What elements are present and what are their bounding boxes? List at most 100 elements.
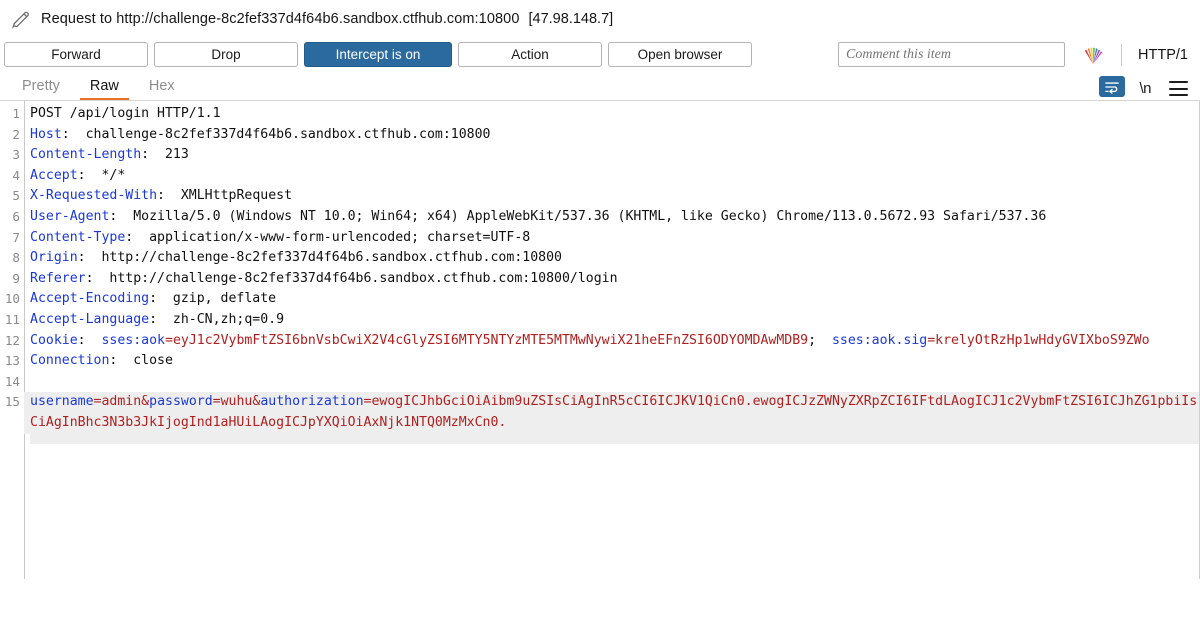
code-line-content[interactable]: Accept: */* (24, 166, 1200, 187)
code-token-hdr: Accept-Encoding (30, 291, 150, 307)
code-token-param: username (30, 394, 94, 410)
line-number: 12 (4, 332, 20, 348)
code-token-hdr: User-Agent (30, 208, 110, 224)
code-line[interactable]: 5 X-Requested-With: XMLHttpRequest (0, 186, 1200, 207)
intercept-toggle-button[interactable]: Intercept is on (304, 42, 452, 67)
line-number: 6 (12, 208, 20, 224)
code-line[interactable]: 3 Content-Length: 213 (0, 145, 1200, 166)
http-version-label: HTTP/1 (1138, 46, 1188, 63)
code-line[interactable]: 15 username=admin&password=wuhu&authoriza… (0, 392, 1200, 434)
code-token-val: : (77, 332, 102, 348)
code-line-content[interactable]: Origin: http://challenge-8c2fef337d4f64b… (24, 248, 1200, 269)
code-token-val: : challenge-8c2fef337d4f64b6.sandbox.ctf… (61, 126, 491, 142)
code-line-content[interactable]: Content-Type: application/x-www-form-url… (24, 228, 1200, 249)
code-token-hdr: Referer (30, 270, 86, 286)
code-line-content[interactable]: POST /api/login HTTP/1.1 (24, 104, 1200, 125)
code-token-val: : Mozilla/5.0 (Windows NT 10.0; Win64; x… (109, 208, 1047, 224)
line-number: 9 (12, 270, 20, 286)
code-token-hdr: Content-Length (30, 147, 142, 163)
code-line[interactable]: 4 Accept: */* (0, 166, 1200, 187)
hamburger-menu-icon[interactable] (1169, 81, 1188, 96)
host-ip-address: [47.98.148.7] (528, 11, 614, 27)
code-token-val: ; (808, 332, 832, 348)
line-number: 14 (4, 373, 20, 389)
word-wrap-icon[interactable] (1099, 76, 1126, 97)
tab-raw[interactable]: Raw (79, 78, 129, 100)
code-token-val: : http://challenge-8c2fef337d4f64b6.sand… (85, 270, 618, 286)
code-line[interactable]: 1 POST /api/login HTTP/1.1 (0, 104, 1200, 125)
code-token-hdr: Cookie (30, 332, 78, 348)
code-token-hdr: X-Requested-With (30, 188, 158, 204)
line-number: 8 (12, 250, 20, 266)
pencil-icon (10, 8, 32, 30)
code-token-hdr: Connection (30, 353, 110, 369)
line-number: 15 (4, 394, 20, 410)
comment-input[interactable] (838, 42, 1066, 67)
code-line-content[interactable]: Accept-Language: zh-CN,zh;q=0.9 (24, 310, 1200, 331)
code-line[interactable]: 11 Accept-Language: zh-CN,zh;q=0.9 (0, 310, 1200, 331)
message-view-tabbar: Pretty Raw Hex \n (0, 71, 1200, 101)
code-token-val: : XMLHttpRequest (157, 188, 293, 204)
code-token-val: : application/x-www-form-urlencoded; cha… (125, 229, 531, 245)
code-line-content[interactable] (24, 372, 1200, 393)
newline-toggle[interactable]: \n (1139, 80, 1151, 97)
request-editor[interactable]: 1 POST /api/login HTTP/1.1 2 Host: challeng… (0, 101, 1200, 579)
code-token-ckv: =krelyOtRzHp1wHdyGVIXboS9ZWo (927, 332, 1150, 348)
code-token-val: : zh-CN,zh;q=0.9 (149, 311, 285, 327)
line-number: 7 (12, 229, 20, 245)
code-line[interactable]: 2 Host: challenge-8c2fef337d4f64b6.sandbo… (0, 125, 1200, 146)
code-line-content[interactable]: Content-Length: 213 (24, 145, 1200, 166)
action-toolbar: Forward Drop Intercept is on Action Open… (0, 38, 1200, 71)
code-token-ck: sses:aok (101, 332, 165, 348)
code-token-ckv: =eyJ1c2VybmFtZSI6bnVsbCwiX2V4cGlyZSI6MTY… (165, 332, 809, 348)
code-line-content[interactable]: username=admin&password=wuhu&authorizati… (24, 392, 1200, 434)
tab-hex[interactable]: Hex (139, 78, 185, 100)
code-token-hdr: Content-Type (30, 229, 126, 245)
code-line-content[interactable]: Connection: close (24, 351, 1200, 372)
body-highlight-tail (30, 433, 1200, 444)
code-line[interactable]: 7 Content-Type: application/x-www-form-ur… (0, 228, 1200, 249)
code-line[interactable]: 14 (0, 372, 1200, 393)
code-token-param: password (149, 394, 213, 410)
drop-button[interactable]: Drop (154, 42, 298, 67)
page-title: Request to http://challenge-8c2fef337d4f… (41, 11, 520, 27)
titlebar: Request to http://challenge-8c2fef337d4f… (0, 0, 1200, 38)
code-line[interactable]: 10 Accept-Encoding: gzip, deflate (0, 289, 1200, 310)
code-line-content[interactable]: X-Requested-With: XMLHttpRequest (24, 186, 1200, 207)
code-token-param: authorization (260, 394, 364, 410)
code-line[interactable]: 12 Cookie: sses:aok=eyJ1c2VybmFtZSI6bnVsb… (0, 331, 1200, 352)
tab-pretty[interactable]: Pretty (12, 78, 70, 100)
code-token-pval: =wuhu (212, 394, 253, 410)
action-button[interactable]: Action (458, 42, 602, 67)
line-number: 13 (4, 353, 20, 369)
code-line-content[interactable]: Cookie: sses:aok=eyJ1c2VybmFtZSI6bnVsbCw… (24, 331, 1200, 352)
code-token-val: : */* (77, 167, 126, 183)
toolbar-divider (1121, 43, 1123, 66)
code-line[interactable]: 8 Origin: http://challenge-8c2fef337d4f64… (0, 248, 1200, 269)
code-token-ck: sses:aok.sig (831, 332, 928, 348)
line-number: 10 (4, 291, 20, 307)
code-token-val: : http://challenge-8c2fef337d4f64b6.sand… (77, 250, 562, 266)
highlight-color-icon[interactable] (1081, 45, 1105, 65)
code-line-content[interactable]: User-Agent: Mozilla/5.0 (Windows NT 10.0… (24, 207, 1200, 228)
forward-button[interactable]: Forward (4, 42, 148, 67)
code-token-val: : 213 (141, 147, 189, 163)
code-token-val: POST /api/login HTTP/1.1 (30, 106, 221, 121)
open-browser-button[interactable]: Open browser (608, 42, 752, 67)
code-line[interactable]: 13 Connection: close (0, 351, 1200, 372)
request-raw-text[interactable]: 1 POST /api/login HTTP/1.1 2 Host: challeng… (0, 101, 1200, 444)
line-number: 11 (4, 311, 20, 327)
code-token-pval: =admin (93, 394, 142, 410)
code-token-hdr: Accept (30, 167, 78, 183)
line-number: 3 (12, 147, 20, 163)
code-token-hdr: Host (30, 126, 62, 142)
line-number: 1 (12, 106, 20, 121)
code-line-content[interactable]: Referer: http://challenge-8c2fef337d4f64… (24, 269, 1200, 290)
code-line[interactable]: 6 User-Agent: Mozilla/5.0 (Windows NT 10.… (0, 207, 1200, 228)
line-number: 5 (12, 188, 20, 204)
code-line-content[interactable]: Accept-Encoding: gzip, deflate (24, 289, 1200, 310)
code-token-hdr: Accept-Language (30, 311, 150, 327)
line-number: 2 (12, 126, 20, 142)
code-line[interactable]: 9 Referer: http://challenge-8c2fef337d4f6… (0, 269, 1200, 290)
code-line-content[interactable]: Host: challenge-8c2fef337d4f64b6.sandbox… (24, 125, 1200, 146)
